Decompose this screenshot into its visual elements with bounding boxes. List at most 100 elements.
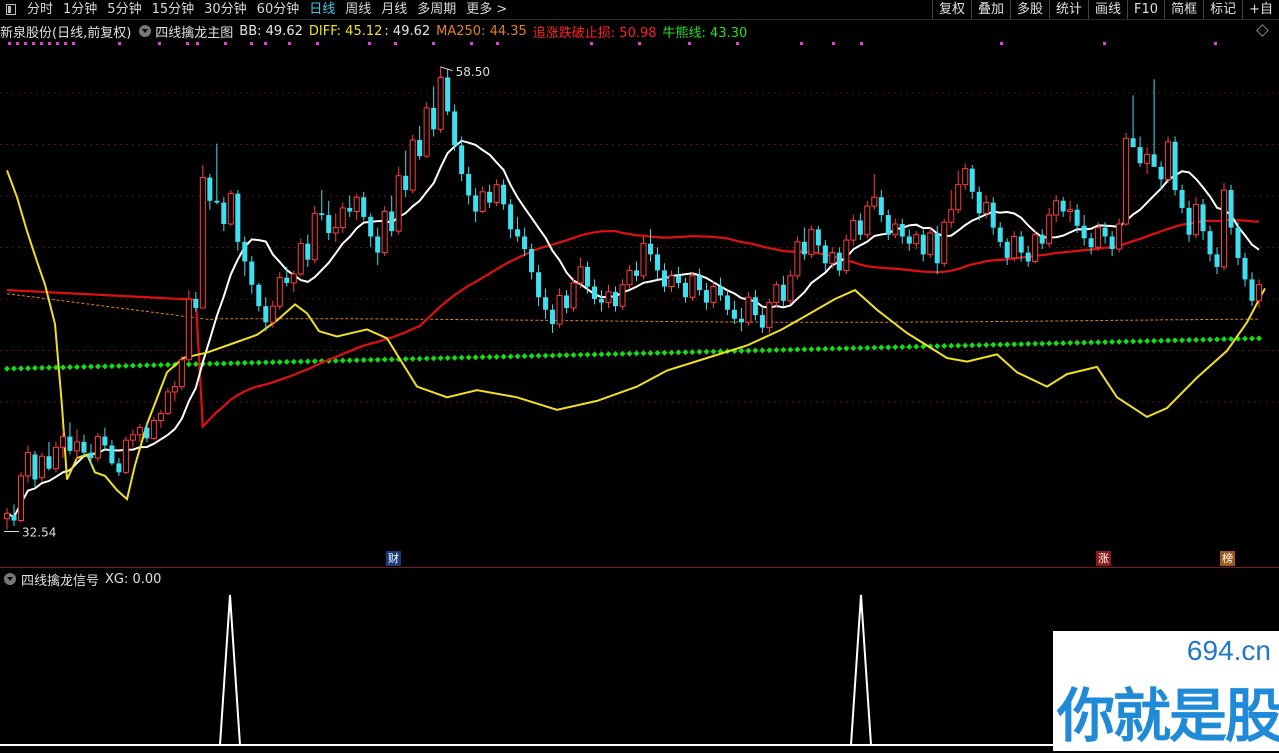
candle-body (73, 441, 80, 452)
candle-body (46, 456, 52, 469)
candle-body (703, 290, 709, 303)
toolbar-button[interactable]: 标记 (1203, 0, 1242, 19)
candle-body (647, 243, 654, 255)
candle-body (136, 427, 143, 436)
bull-bear-point (696, 348, 703, 355)
marker-dot (860, 42, 863, 45)
indicator-menu-icon[interactable] (139, 25, 152, 37)
candle-body (808, 228, 815, 255)
period-tab[interactable]: 5分钟 (102, 0, 146, 19)
bull-bear-point (255, 359, 262, 366)
bull-bear-point (871, 344, 878, 351)
bb-line (6, 139, 1260, 519)
settings-diamond-icon[interactable] (1256, 24, 1269, 37)
candle-body (332, 227, 339, 234)
bull-bear-point (248, 359, 255, 366)
bull-bear-point (598, 351, 605, 358)
candle-body (892, 223, 899, 236)
toolbar-button[interactable]: +自 (1242, 0, 1279, 19)
bull-bear-point (1137, 338, 1144, 345)
candle-body (185, 298, 192, 361)
period-tab[interactable]: 日线 (304, 0, 340, 19)
bull-bear-point (339, 357, 346, 364)
candle-body (395, 175, 402, 232)
bull-bear-point (759, 347, 766, 354)
period-tab[interactable]: 15分钟 (147, 0, 200, 19)
marker-dot (24, 42, 27, 45)
signal-menu-icon[interactable] (4, 573, 16, 585)
ranking-badge[interactable]: 榜 (1220, 551, 1235, 566)
bull-bear-point (290, 358, 297, 365)
bull-bear-point (850, 345, 857, 352)
bull-bear-point (941, 342, 948, 349)
toolbar-button[interactable]: 画线 (1088, 0, 1127, 19)
candle-body (1088, 238, 1094, 248)
watermark-text: 你就是股神 (1057, 682, 1279, 750)
bull-bear-point (535, 352, 542, 359)
candle-body (1046, 214, 1053, 245)
candle-body (361, 197, 367, 217)
indicator-name[interactable]: 四线擒龙主图 (155, 22, 233, 41)
candle-body (403, 175, 409, 191)
candle-body (605, 291, 612, 304)
candle-body (1109, 236, 1115, 250)
toolbar-button[interactable]: 简框 (1164, 0, 1203, 19)
bull-bear-point (752, 347, 759, 354)
marker-dot (832, 42, 835, 45)
candle-body (815, 229, 821, 246)
bull-bear-point (388, 356, 395, 363)
candle-body (1214, 254, 1220, 267)
candle-body (67, 436, 73, 451)
bull-bear-point (381, 356, 388, 363)
toolbar-button[interactable]: 叠加 (970, 0, 1010, 19)
panel-toggle-icon[interactable] (6, 4, 16, 15)
bull-bear-point (766, 347, 773, 354)
candle-body (543, 297, 549, 310)
limit-up-badge[interactable]: 涨 (1096, 551, 1111, 566)
period-tab[interactable]: 1分钟 (58, 0, 102, 19)
candle-body (682, 282, 688, 298)
bull-bear-point (1207, 336, 1214, 343)
finance-badge[interactable]: 财 (386, 551, 401, 566)
candle-body (599, 299, 605, 303)
candle-body (81, 441, 87, 453)
toolbar-button[interactable]: F10 (1127, 0, 1164, 19)
stop-loss-value: 追涨跌破止损: 50.98 (532, 25, 657, 41)
period-tab[interactable]: 60分钟 (252, 0, 305, 19)
period-tab[interactable]: 多周期 (412, 0, 461, 19)
bull-bear-point (234, 360, 241, 367)
candle-body (913, 234, 920, 245)
period-tab[interactable]: 月线 (376, 0, 412, 19)
period-tab[interactable]: 分时 (22, 0, 58, 19)
candle-body (920, 234, 926, 255)
bull-bear-point (10, 365, 17, 372)
toolbar-button[interactable]: 复权 (931, 0, 971, 19)
bull-bear-point (1200, 336, 1207, 343)
bull-bear-point (556, 352, 563, 359)
signal-indicator-name[interactable]: 四线擒龙信号 (21, 570, 99, 589)
bull-bear-point (1039, 340, 1046, 347)
bull-bear-point (1074, 339, 1081, 346)
candle-body (710, 286, 717, 304)
bull-bear-point (808, 346, 815, 353)
bull-bear-point (1095, 339, 1102, 346)
candle-body (752, 297, 758, 316)
candle-body (1095, 227, 1102, 248)
toolbar-button[interactable]: 多股 (1009, 0, 1049, 19)
bull-bear-point (94, 363, 101, 370)
candle-body (305, 243, 311, 260)
period-tab[interactable]: 30分钟 (199, 0, 252, 19)
period-tab[interactable]: 周线 (340, 0, 376, 19)
bull-bear-point (1102, 339, 1109, 346)
candle-body (1081, 225, 1087, 239)
toolbar-button[interactable]: 统计 (1049, 0, 1088, 19)
candle-body (375, 236, 381, 253)
period-tab[interactable]: 更多 > (461, 0, 512, 19)
candle-body (1165, 141, 1172, 180)
candle-body (24, 452, 32, 477)
candle-body (1123, 137, 1130, 225)
marker-dot (118, 42, 121, 45)
bull-bear-point (262, 359, 269, 366)
marker-dot (40, 42, 43, 45)
candle-body (297, 243, 304, 275)
